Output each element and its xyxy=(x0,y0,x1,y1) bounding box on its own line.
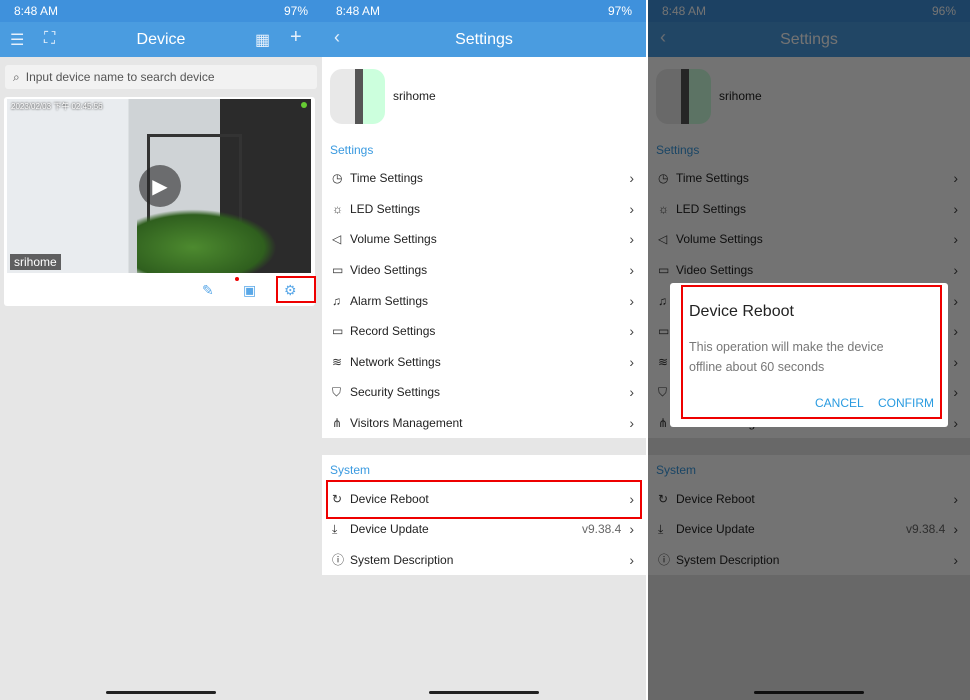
settings-item-record-settings[interactable]: ▭ Record Settings › xyxy=(322,316,646,347)
settings-item-visitors-management[interactable]: ⋔ Visitors Management › xyxy=(322,408,646,439)
video-icon: ▭ xyxy=(332,263,344,278)
camera-preview[interactable]: 2023/02/03 下午 02:45:56 ▶ srihome xyxy=(7,99,311,273)
status-time: 8:48 AM xyxy=(14,4,59,18)
gesture-bar xyxy=(106,691,216,694)
share-icon: ⋔ xyxy=(332,416,343,431)
settings-item-led-settings[interactable]: ☼ LED Settings › xyxy=(322,194,646,225)
item-label: Volume Settings xyxy=(350,232,437,247)
item-label: LED Settings xyxy=(350,201,421,216)
settings-item-time-settings[interactable]: ◷ Time Settings › xyxy=(322,163,646,194)
settings-section-label: Settings xyxy=(330,143,374,157)
chevron-right-icon: › xyxy=(629,262,634,279)
camcorder-icon: ▭ xyxy=(332,324,344,339)
item-label: Record Settings xyxy=(350,324,436,339)
info-icon: ⓘ xyxy=(332,553,345,568)
chevron-right-icon: › xyxy=(629,323,634,340)
item-label: System Description xyxy=(350,552,454,567)
highlight-box xyxy=(276,276,316,303)
download-icon: ⤓ xyxy=(332,521,338,536)
app-header: ☰ ⛶ Device ▦ + xyxy=(0,22,322,57)
gesture-bar xyxy=(429,691,539,694)
scan-icon[interactable]: ⛶ xyxy=(44,30,55,48)
bulb-icon: ☼ xyxy=(332,201,343,216)
settings-item-network-settings[interactable]: ≋ Network Settings › xyxy=(322,347,646,378)
device-profile: srihome xyxy=(322,57,646,135)
item-label: Video Settings xyxy=(350,263,428,278)
highlight-box xyxy=(326,480,642,519)
add-device-icon[interactable]: + xyxy=(290,26,302,49)
status-bar: 8:48 AM 97% xyxy=(0,0,322,22)
chevron-right-icon: › xyxy=(629,231,634,248)
clock-icon: ◷ xyxy=(332,171,343,186)
chevron-right-icon: › xyxy=(629,353,634,370)
bell-icon: ♫ xyxy=(332,293,341,308)
chevron-right-icon: › xyxy=(629,200,634,217)
settings-screen-with-dialog: 8:48 AM96% ‹Settings srihome Settings◷Ti… xyxy=(648,0,970,700)
search-input[interactable]: ⌕ Input device name to search device xyxy=(5,65,317,89)
settings-item-volume-settings[interactable]: ◁ Volume Settings › xyxy=(322,224,646,255)
grid-view-icon[interactable]: ▦ xyxy=(255,30,270,50)
settings-item-security-settings[interactable]: ⛉ Security Settings › xyxy=(322,377,646,408)
item-label: Time Settings xyxy=(350,171,423,186)
notification-dot xyxy=(235,277,239,281)
back-icon[interactable]: ‹ xyxy=(334,27,340,48)
chevron-right-icon: › xyxy=(629,521,634,538)
device-avatar xyxy=(330,68,385,124)
settings-item-video-settings[interactable]: ▭ Video Settings › xyxy=(322,255,646,286)
item-label: Network Settings xyxy=(350,354,441,369)
camera-name: srihome xyxy=(10,254,61,270)
item-label: Security Settings xyxy=(350,385,441,400)
settings-item-alarm-settings[interactable]: ♫ Alarm Settings › xyxy=(322,285,646,316)
status-time: 8:48 AM xyxy=(336,4,381,18)
device-name: srihome xyxy=(393,89,436,103)
settings-screen: 8:48 AM 97% ‹ Settings srihome Settings ◷ Ti… xyxy=(322,0,646,700)
playback-icon[interactable]: ▣ xyxy=(243,282,256,299)
device-list-screen: 8:48 AM 97% ☰ ⛶ Device ▦ + ⌕ Input device … xyxy=(0,0,322,700)
highlight-box xyxy=(681,285,942,419)
edit-icon[interactable]: ✎ xyxy=(202,282,214,299)
speaker-icon: ◁ xyxy=(332,232,342,247)
page-title: Settings xyxy=(455,30,513,48)
battery-level: 97% xyxy=(283,4,308,18)
chevron-right-icon: › xyxy=(629,170,634,187)
battery-level: 97% xyxy=(607,4,632,18)
search-icon: ⌕ xyxy=(13,69,20,84)
menu-icon[interactable]: ☰ xyxy=(10,30,24,50)
search-placeholder: Input device name to search device xyxy=(25,70,215,84)
camera-timestamp: 2023/02/03 下午 02:45:56 xyxy=(11,102,103,111)
chevron-right-icon: › xyxy=(629,551,634,568)
preview-image-plant xyxy=(137,209,277,273)
play-icon[interactable]: ▶ xyxy=(139,165,181,207)
card-actions: ✎ ▣ ⚙ xyxy=(4,273,315,306)
shield-icon: ⛉ xyxy=(332,384,342,399)
online-indicator xyxy=(301,102,307,108)
page-title: Device xyxy=(136,30,186,48)
system-item-system-description[interactable]: ⓘ System Description › xyxy=(322,545,646,576)
item-value: v9.38.4 xyxy=(581,522,622,537)
status-bar: 8:48 AM 97% xyxy=(322,0,646,22)
wifi-icon: ≋ xyxy=(332,354,343,369)
chevron-right-icon: › xyxy=(629,292,634,309)
chevron-right-icon: › xyxy=(629,384,634,401)
item-label: Alarm Settings xyxy=(350,293,429,308)
app-header: ‹ Settings xyxy=(322,22,646,57)
item-label: Device Update xyxy=(350,522,429,537)
chevron-right-icon: › xyxy=(629,415,634,432)
item-label: Visitors Management xyxy=(350,416,463,431)
device-card[interactable]: 2023/02/03 下午 02:45:56 ▶ srihome ✎ ▣ ⚙ xyxy=(4,97,315,306)
